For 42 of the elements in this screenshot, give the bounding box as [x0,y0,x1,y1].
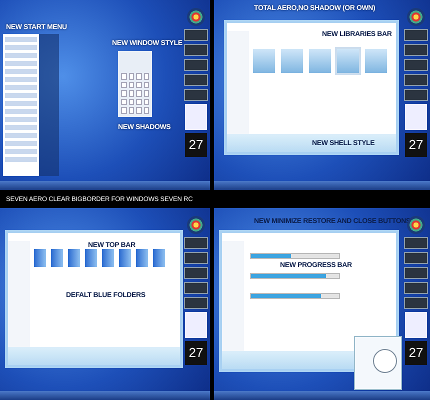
date-gadget: 27 [405,341,427,365]
gadget-panel [404,237,428,249]
clock-icon [373,349,397,373]
folder-icon[interactable] [68,249,80,267]
folder-icon[interactable] [102,249,114,267]
folder-icon[interactable] [51,249,63,267]
gadget-panel [404,59,428,71]
gadget-panel [404,267,428,279]
library-icon[interactable] [253,49,275,73]
calendar-gadget [405,312,427,338]
gadget-panel [184,252,208,264]
library-icon[interactable] [281,49,303,73]
date-gadget: 27 [185,341,207,365]
date-gadget: 27 [185,133,207,157]
date-gadget: 27 [405,133,427,157]
gadget-panel [404,282,428,294]
folder-icon[interactable] [136,249,148,267]
calendar-gadget [405,104,427,130]
folder-icon[interactable] [85,249,97,267]
gadget-panel [404,44,428,56]
gadget-panel [184,297,208,309]
gadget-panel [184,282,208,294]
folder-icon[interactable] [153,249,165,267]
gadget-panel [184,237,208,249]
gadget-panel [184,29,208,41]
gadget-panel [404,74,428,86]
folder-icon[interactable] [119,249,131,267]
gadget-panel [404,252,428,264]
gadget-panel [184,267,208,279]
gadget-panel [404,89,428,101]
library-icon[interactable] [337,49,359,73]
gadget-panel [184,59,208,71]
gadget-panel [184,74,208,86]
gadget-panel [404,29,428,41]
library-icon[interactable] [309,49,331,73]
library-icon[interactable] [365,49,387,73]
gadget-panel [184,44,208,56]
folder-icon[interactable] [34,249,46,267]
calendar-gadget [185,312,207,338]
gadget-panel [184,89,208,101]
calendar-gadget [185,104,207,130]
gadget-panel [404,297,428,309]
